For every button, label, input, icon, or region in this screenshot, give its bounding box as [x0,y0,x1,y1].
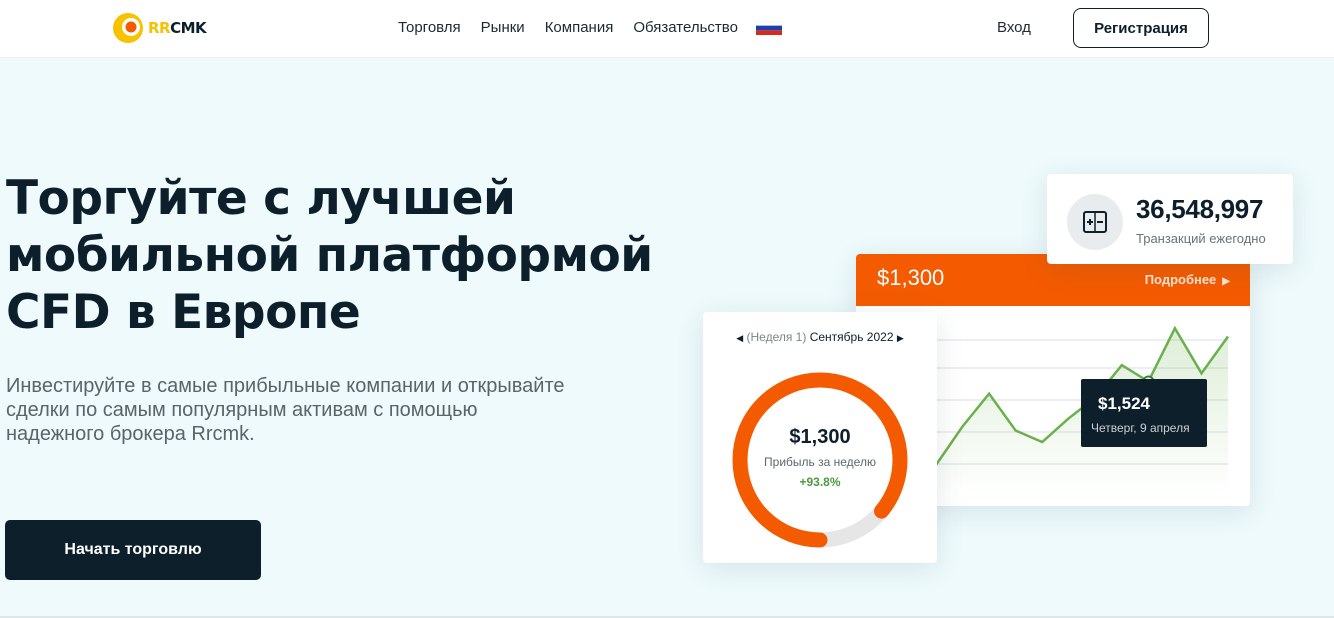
logo-rr: RR [148,19,171,37]
next-week-icon[interactable]: ▶ [897,333,904,343]
hero-section: Торгуйте с лучшей мобильной платформой C… [0,58,1334,618]
hero-subtitle: Инвестируйте в самые прибыльные компании… [6,374,666,446]
logo-icon [112,12,144,44]
hero-title-line: CFD в Европе [6,285,361,340]
nav-item-company[interactable]: Компания [545,19,614,36]
tooltip-value: $1,524 [1098,394,1150,413]
prev-week-icon[interactable]: ◀ [736,333,743,343]
week-selector: ◀ (Неделя 1) Сентябрь 2022 ▶ [703,330,937,344]
weekly-profit-card: ◀ (Неделя 1) Сентябрь 2022 ▶ $1,300 Приб… [703,312,937,563]
nav-item-markets[interactable]: Рынки [481,19,525,36]
russia-flag-icon[interactable] [755,20,783,35]
donut-change: +93.8% [799,475,841,489]
nav-item-trading[interactable]: Торговля [398,19,461,36]
transactions-value: 36,548,997 [1136,194,1264,224]
hero-title: Торгуйте с лучшей мобильной платформой C… [6,170,686,341]
week-month: Сентябрь 2022 [809,330,894,344]
logo-cmk: CMK [170,19,207,37]
week-label: (Неделя 1) [746,330,807,344]
hero-title-line: мобильной платформой [6,228,653,283]
logo[interactable]: RRCMK [112,12,207,44]
start-trading-button[interactable]: Начать торговлю [5,520,261,580]
site-header: RRCMK Торговля Рынки Компания Обязательс… [0,0,1334,58]
hero-subtitle-line: сделки по самым популярным активам с пом… [6,399,478,421]
transactions-card: 36,548,997 Транзакций ежегодно [1047,174,1293,264]
hero-subtitle-line: Инвестируйте в самые прибыльные компании… [6,375,565,397]
more-link[interactable]: Подробнее ▶ [1145,272,1230,287]
hero-title-line: Торгуйте с лучшей [6,171,516,226]
donut-label: Прибыль за неделю [764,455,876,469]
chart-tooltip: $1,524 Четверг, 9 апреля [1081,379,1207,447]
hero-subtitle-line: надежного брокера Rrcmk. [6,423,255,445]
logo-text: RRCMK [148,19,207,37]
login-link[interactable]: Вход [997,19,1031,36]
transactions-label: Транзакций ежегодно [1136,231,1266,246]
main-nav: Торговля Рынки Компания Обязательство [398,19,783,36]
chevron-right-icon: ▶ [1222,276,1230,287]
nav-item-commitment[interactable]: Обязательство [633,19,738,36]
register-button[interactable]: Регистрация [1073,8,1209,48]
plus-minus-icon [1067,194,1123,250]
more-link-label: Подробнее [1144,272,1217,287]
donut-amount: $1,300 [789,426,851,448]
chart-amount: $1,300 [877,265,945,290]
tooltip-date: Четверг, 9 апреля [1091,421,1190,435]
